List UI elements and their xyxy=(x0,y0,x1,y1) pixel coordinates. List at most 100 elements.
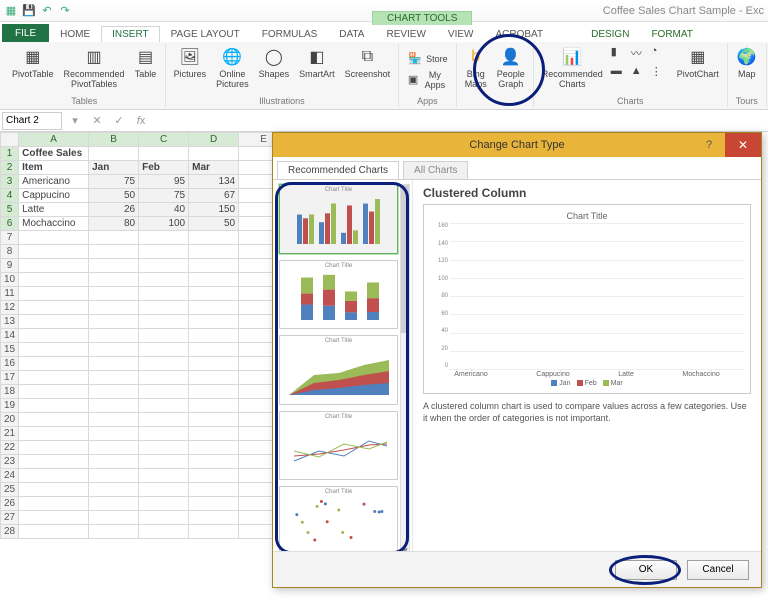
cell[interactable] xyxy=(89,231,139,245)
row-header[interactable]: 17 xyxy=(1,371,19,385)
cell[interactable] xyxy=(189,455,239,469)
col-header[interactable]: A xyxy=(19,133,89,147)
cell[interactable] xyxy=(89,315,139,329)
cell[interactable] xyxy=(19,399,89,413)
cell[interactable]: Americano xyxy=(19,175,89,189)
tab-all-charts[interactable]: All Charts xyxy=(403,161,468,179)
cell[interactable] xyxy=(89,469,139,483)
cell[interactable] xyxy=(139,301,189,315)
line-chart-icon[interactable]: 〰 xyxy=(631,45,649,63)
cell[interactable]: 75 xyxy=(139,189,189,203)
col-header[interactable]: B xyxy=(89,133,139,147)
cell[interactable] xyxy=(139,455,189,469)
row-header[interactable]: 1 xyxy=(1,147,19,161)
bar-chart-icon[interactable]: ▬ xyxy=(611,65,629,83)
cell[interactable] xyxy=(89,497,139,511)
cell[interactable] xyxy=(89,245,139,259)
row-header[interactable]: 25 xyxy=(1,483,19,497)
tab-acrobat[interactable]: ACROBAT xyxy=(484,26,554,42)
cell[interactable] xyxy=(139,525,189,539)
tab-data[interactable]: DATA xyxy=(328,26,375,42)
cell[interactable]: Mochaccino xyxy=(19,217,89,231)
cell[interactable] xyxy=(19,441,89,455)
cell[interactable] xyxy=(19,315,89,329)
row-header[interactable]: 3 xyxy=(1,175,19,189)
cell[interactable] xyxy=(189,427,239,441)
cell[interactable] xyxy=(19,231,89,245)
shapes-button[interactable]: ◯Shapes xyxy=(257,45,292,80)
bing-maps-button[interactable]: bBing Maps xyxy=(463,45,489,90)
cell[interactable] xyxy=(189,413,239,427)
cell[interactable] xyxy=(89,343,139,357)
undo-icon[interactable]: ↶ xyxy=(40,4,54,18)
tab-format[interactable]: FORMAT xyxy=(640,26,703,42)
cell[interactable] xyxy=(89,455,139,469)
cell[interactable] xyxy=(139,343,189,357)
cell[interactable] xyxy=(139,427,189,441)
cell[interactable] xyxy=(189,343,239,357)
enter-formula-icon[interactable]: ✓ xyxy=(110,114,128,127)
row-header[interactable]: 19 xyxy=(1,399,19,413)
cell[interactable] xyxy=(139,371,189,385)
cell[interactable] xyxy=(19,497,89,511)
cell[interactable] xyxy=(189,469,239,483)
cell[interactable] xyxy=(19,287,89,301)
row-header[interactable]: 16 xyxy=(1,357,19,371)
chart-preview[interactable]: Chart Title 160140120100806040200 Americ… xyxy=(423,204,751,394)
cell[interactable] xyxy=(139,413,189,427)
cell[interactable] xyxy=(189,231,239,245)
cell[interactable] xyxy=(189,371,239,385)
cell[interactable] xyxy=(89,301,139,315)
cell[interactable] xyxy=(89,399,139,413)
row-header[interactable]: 14 xyxy=(1,329,19,343)
row-header[interactable]: 8 xyxy=(1,245,19,259)
namebox-dropdown-icon[interactable]: ▾ xyxy=(66,114,84,127)
cell[interactable] xyxy=(189,245,239,259)
row-header[interactable]: 15 xyxy=(1,343,19,357)
cell[interactable] xyxy=(19,357,89,371)
save-icon[interactable]: 💾 xyxy=(22,4,36,18)
tab-recommended-charts[interactable]: Recommended Charts xyxy=(277,161,399,179)
tab-insert[interactable]: INSERT xyxy=(101,26,160,42)
cell[interactable] xyxy=(139,483,189,497)
cell[interactable] xyxy=(189,357,239,371)
ok-button[interactable]: OK xyxy=(615,560,677,580)
cell[interactable] xyxy=(139,357,189,371)
cell[interactable] xyxy=(189,259,239,273)
row-header[interactable]: 18 xyxy=(1,385,19,399)
cell[interactable] xyxy=(19,483,89,497)
row-header[interactable]: 2 xyxy=(1,161,19,175)
cell[interactable] xyxy=(19,259,89,273)
cell[interactable] xyxy=(89,525,139,539)
cell[interactable] xyxy=(19,413,89,427)
cell[interactable] xyxy=(19,371,89,385)
help-icon[interactable]: ? xyxy=(697,133,721,157)
cell[interactable] xyxy=(189,511,239,525)
col-header[interactable]: D xyxy=(189,133,239,147)
cell[interactable] xyxy=(189,329,239,343)
cell[interactable] xyxy=(89,385,139,399)
cell[interactable] xyxy=(19,455,89,469)
cell[interactable] xyxy=(189,441,239,455)
cell[interactable] xyxy=(89,259,139,273)
cell[interactable]: 95 xyxy=(139,175,189,189)
cell[interactable]: 80 xyxy=(89,217,139,231)
tab-view[interactable]: VIEW xyxy=(437,26,485,42)
row-header[interactable]: 12 xyxy=(1,301,19,315)
cell[interactable] xyxy=(89,427,139,441)
cell[interactable]: Jan xyxy=(89,161,139,175)
fx-icon[interactable]: fx xyxy=(132,115,150,127)
cell[interactable]: Coffee Sales xyxy=(19,147,89,161)
cell[interactable] xyxy=(139,511,189,525)
my-apps-button[interactable]: ▣My Apps xyxy=(405,69,450,91)
thumbnails-scrollbar[interactable]: ▾ xyxy=(400,184,410,556)
cell[interactable] xyxy=(19,329,89,343)
cell[interactable] xyxy=(139,245,189,259)
cell[interactable]: 26 xyxy=(89,203,139,217)
cell[interactable] xyxy=(19,525,89,539)
cell[interactable] xyxy=(19,427,89,441)
cell[interactable]: Mar xyxy=(189,161,239,175)
cell[interactable] xyxy=(89,357,139,371)
dialog-title-bar[interactable]: Change Chart Type ? ✕ xyxy=(273,133,761,157)
screenshot-button[interactable]: ⧉Screenshot xyxy=(343,45,393,80)
